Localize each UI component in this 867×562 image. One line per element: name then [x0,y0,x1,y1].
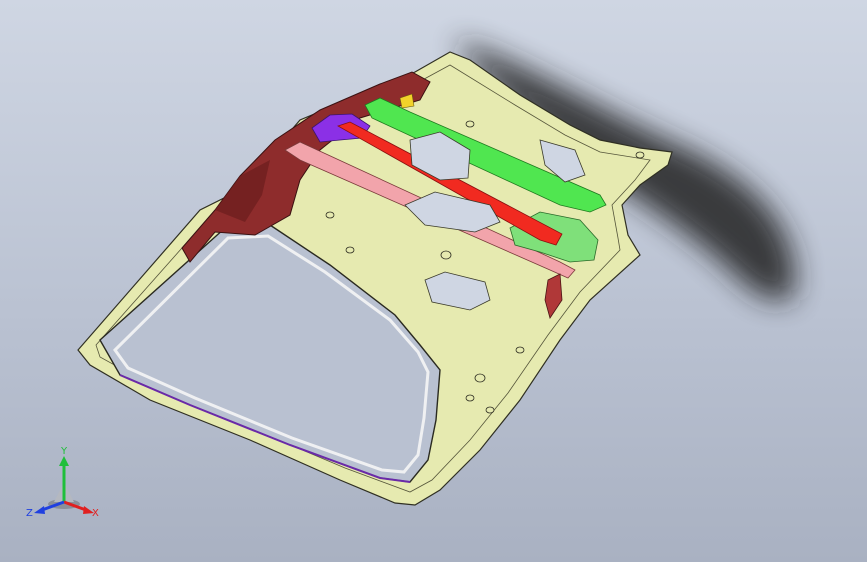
y-axis-arrow [59,456,69,466]
y-axis-label: Y [60,446,68,457]
x-axis-label: X [92,508,99,519]
door-panel-model[interactable] [0,0,867,562]
coordinate-triad: Y X Z [26,446,99,519]
z-axis-label: Z [26,508,33,519]
graphics-viewport[interactable]: Y X Z [0,0,867,562]
z-axis-arrow [34,506,45,514]
